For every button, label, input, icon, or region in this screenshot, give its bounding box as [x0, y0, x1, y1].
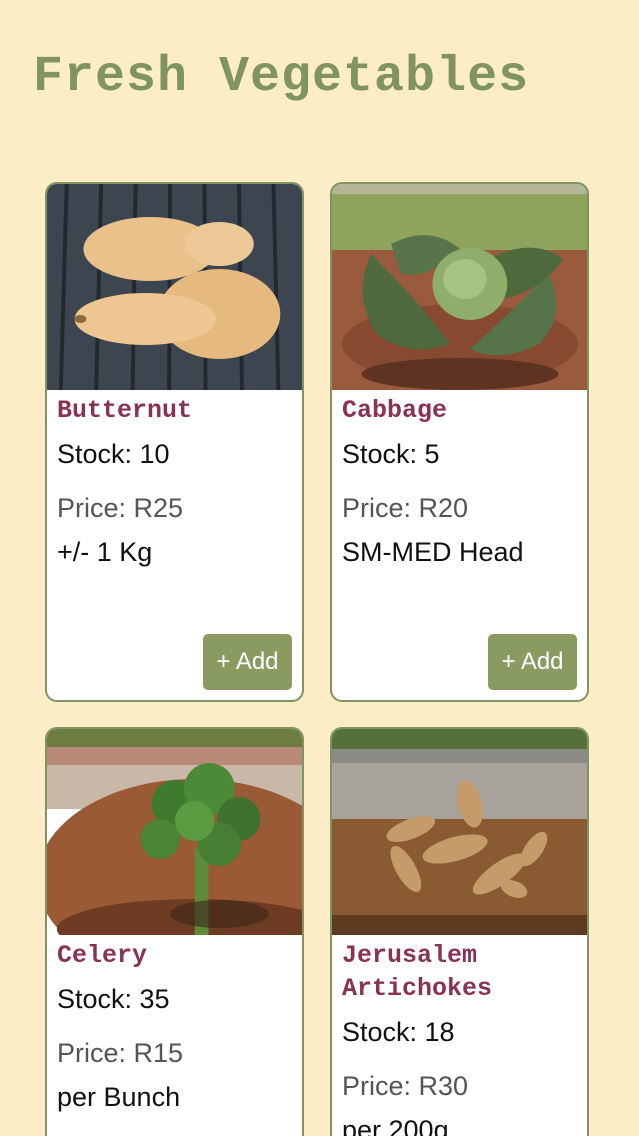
product-stock: Stock: 10 [57, 439, 170, 469]
product-unit: per Bunch [57, 1082, 181, 1112]
celery-photo [47, 729, 302, 935]
product-price: Price: R25 [57, 493, 184, 523]
butternut-photo [47, 184, 302, 390]
product-name: Celery [57, 941, 148, 970]
add-to-cart-button[interactable]: + Add [488, 634, 577, 690]
cabbage-photo [332, 184, 587, 390]
product-unit: +/- 1 Kg [57, 537, 153, 567]
product-price: Price: R15 [57, 1038, 184, 1068]
product-unit: per 200g [342, 1115, 449, 1136]
product-name: Cabbage [342, 396, 448, 425]
jerusalem-artichokes-photo [332, 729, 587, 935]
product-stock: Stock: 18 [342, 1017, 455, 1047]
page-title: Fresh Vegetables [33, 49, 530, 106]
product-price: Price: R30 [342, 1071, 469, 1101]
add-to-cart-button[interactable]: + Add [203, 634, 292, 690]
product-price: Price: R20 [342, 493, 469, 523]
product-card-cabbage[interactable]: Cabbage Stock: 5 Price: R20 SM-MED Head … [330, 182, 589, 702]
product-card-butternut[interactable]: Butternut Stock: 10 Price: R25 +/- 1 Kg … [45, 182, 304, 702]
product-stock: Stock: 5 [342, 439, 440, 469]
product-stock: Stock: 35 [57, 984, 170, 1014]
product-name: Jerusalem Artichokes [342, 941, 493, 1003]
product-card-celery[interactable]: Celery Stock: 35 Price: R15 per Bunch [45, 727, 304, 1136]
product-card-jerusalem-artichokes[interactable]: Jerusalem Artichokes Stock: 18 Price: R3… [330, 727, 589, 1136]
product-unit: SM-MED Head [342, 537, 524, 567]
product-name: Butternut [57, 396, 193, 425]
